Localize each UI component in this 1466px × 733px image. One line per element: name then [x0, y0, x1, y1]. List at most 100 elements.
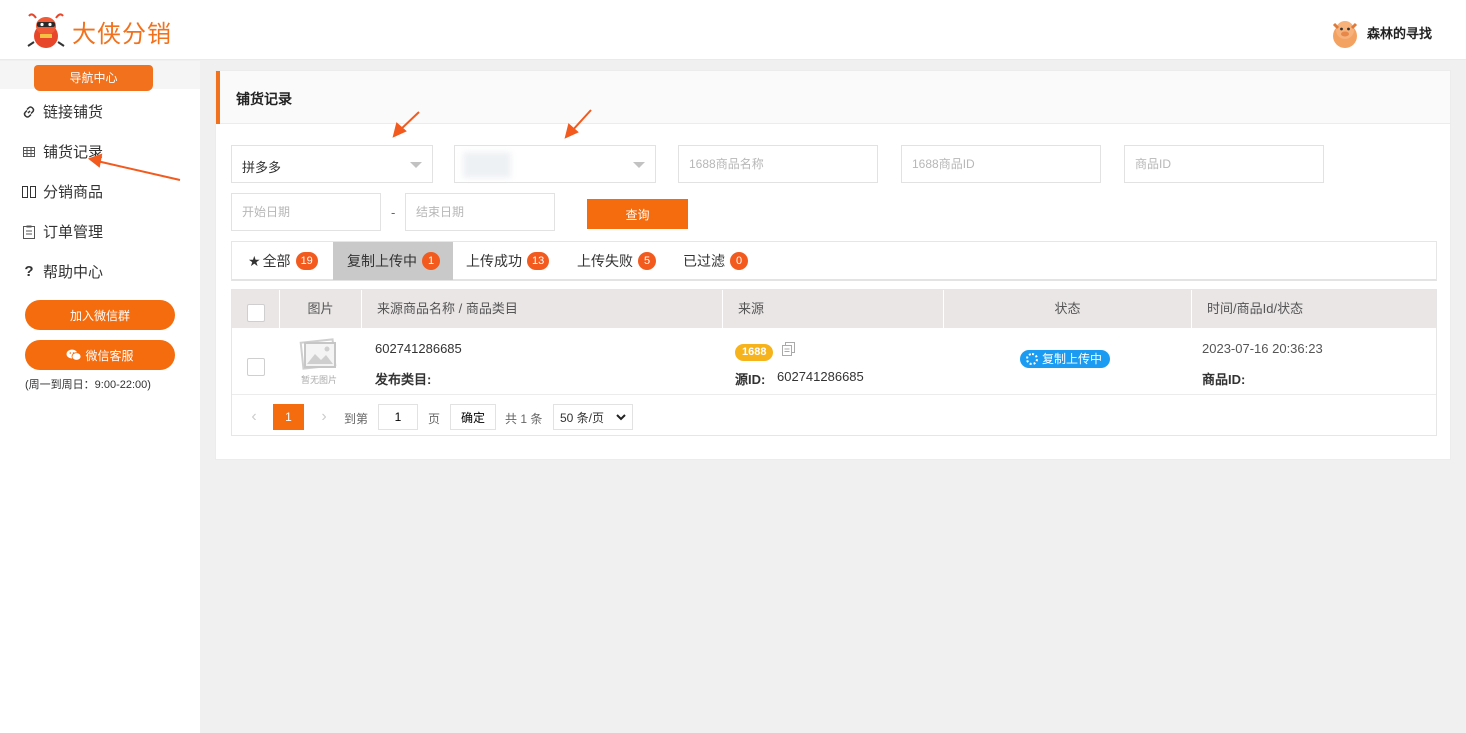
prev-page-icon[interactable]: ‹: [244, 404, 264, 430]
status-tabs: ★ 全部 19 复制上传中 1 上传成功 13 上传失败 5 已过滤 0: [231, 241, 1437, 281]
page-size-select[interactable]: 50 条/页: [553, 404, 633, 430]
link-icon: [22, 105, 36, 119]
store-select[interactable]: [454, 145, 656, 183]
tab-count-badge: 19: [295, 252, 318, 270]
table-row: 暂无图片 602741286685 发布类目: 1688 源ID: 602741…: [232, 328, 1436, 395]
column-header: 来源商品名称 / 商品类目: [362, 290, 723, 328]
column-header: 时间/商品Id/状态: [1207, 301, 1304, 316]
tab-count-badge: 13: [527, 252, 550, 270]
page-size-value: 50 条/页: [560, 410, 605, 425]
wechat-service-label: 微信客服: [85, 348, 134, 363]
column-header: 来源: [723, 290, 944, 328]
start-date-input[interactable]: [231, 193, 381, 231]
avatar: [1332, 21, 1358, 48]
source-badge: 1688: [735, 344, 774, 361]
tab-label: 已过滤: [683, 253, 725, 269]
tab-label: 全部: [262, 253, 291, 269]
next-page-icon[interactable]: ›: [314, 404, 334, 430]
user-profile[interactable]: 森林的寻找: [1329, 16, 1432, 48]
join-wechat-group-button[interactable]: 加入微信群: [25, 300, 175, 330]
pagination: ‹ 1 › 到第 页 确定 共 1 条 50 条/页: [232, 396, 1436, 436]
row-checkbox[interactable]: [247, 358, 265, 376]
question-icon: ?: [24, 263, 34, 280]
sidebar-item-label: 帮助中心: [43, 264, 104, 281]
panel-accent-bar: [216, 71, 220, 124]
tab-label: 复制上传中: [347, 253, 417, 269]
page-1-button[interactable]: 1: [273, 404, 304, 430]
product-id-1688-input[interactable]: [901, 145, 1101, 183]
source-product-name: 602741286685: [375, 341, 462, 356]
status-text: 复制上传中: [1042, 352, 1103, 366]
sidebar-item-label: 订单管理: [43, 224, 104, 241]
sidebar-item-label: 分销商品: [43, 184, 104, 201]
total-count: 共 1 条: [505, 412, 543, 426]
tab-all[interactable]: ★ 全部 19: [232, 242, 332, 280]
tab-count-badge: 0: [730, 252, 748, 270]
image-placeholder-text: 暂无图片: [300, 375, 337, 385]
records-table: 图片 来源商品名称 / 商品类目 来源 状态 时间/商品Id/状态 暂无图片 6…: [231, 289, 1437, 436]
end-date-input[interactable]: [405, 193, 555, 231]
select-all-cell: [232, 290, 280, 328]
sidebar-item-label: 链接铺货: [43, 104, 104, 121]
tab-count-badge: 1: [422, 252, 440, 270]
tab-label: 上传成功: [466, 253, 522, 269]
panel-header: 铺货记录: [216, 71, 1450, 124]
page-number-input[interactable]: [378, 404, 418, 430]
category-label: 发布类目:: [375, 372, 432, 387]
record-time: 2023-07-16 20:36:23: [1202, 341, 1323, 356]
source-id: 602741286685: [777, 369, 864, 384]
tab-upload-success[interactable]: 上传成功 13: [453, 242, 563, 280]
sidebar-item-listing-records[interactable]: 铺货记录: [22, 141, 103, 162]
clipboard-icon: [22, 225, 36, 239]
platform-select-value: 拼多多: [242, 160, 282, 175]
goto-label: 到第: [344, 412, 369, 426]
service-hours: (周一到周日：9:00-22:00): [25, 379, 151, 391]
sidebar-item-label: 铺货记录: [43, 144, 104, 161]
blurred-store-name: [463, 152, 511, 178]
logo-text: 大侠分销: [72, 20, 172, 48]
chevron-down-icon: [616, 414, 626, 421]
column-header: 图片: [280, 290, 362, 328]
image-placeholder-icon: [299, 338, 337, 370]
sidebar-item-link-listing[interactable]: 链接铺货: [22, 101, 103, 122]
product-id-input[interactable]: [1124, 145, 1324, 183]
tab-label: 上传失败: [577, 253, 633, 269]
sidebar-item-order-management[interactable]: 订单管理: [22, 221, 103, 242]
product-image-placeholder: 暂无图片: [299, 338, 339, 386]
copy-icon[interactable]: [782, 342, 796, 356]
top-header: 大侠分销 森林的寻找: [0, 0, 1466, 60]
product-id-label: 商品ID:: [1202, 372, 1246, 387]
page-unit-label: 页: [428, 412, 441, 426]
tab-filtered[interactable]: 已过滤 0: [663, 242, 763, 280]
tab-upload-failed[interactable]: 上传失败 5: [563, 242, 663, 280]
user-name: 森林的寻找: [1366, 25, 1432, 41]
status-badge: 复制上传中: [1020, 350, 1111, 368]
sidebar-item-distribution-products[interactable]: 分销商品: [22, 181, 103, 202]
table-icon: [22, 145, 36, 159]
chevron-down-icon: [410, 162, 422, 168]
platform-select[interactable]: 拼多多: [231, 145, 433, 183]
chevron-down-icon: [633, 162, 645, 168]
page-title: 铺货记录: [236, 91, 292, 107]
source-id-label: 源ID:: [735, 372, 766, 387]
table-header: 图片 来源商品名称 / 商品类目 来源 状态 时间/商品Id/状态: [232, 290, 1436, 328]
tab-count-badge: 5: [638, 252, 656, 270]
shrimp-mascot-icon: [27, 13, 65, 48]
date-separator: -: [391, 205, 396, 220]
columns-icon: [22, 185, 36, 199]
column-header: 状态: [944, 290, 1192, 328]
wechat-icon: [66, 349, 82, 361]
select-all-checkbox[interactable]: [247, 304, 265, 322]
query-button[interactable]: 查询: [587, 199, 688, 229]
star-icon: ★: [248, 252, 261, 269]
wechat-service-button[interactable]: 微信客服: [25, 340, 175, 370]
nav-center-tab[interactable]: 导航中心: [34, 65, 153, 91]
logo[interactable]: 大侠分销: [26, 12, 172, 50]
loading-spinner-icon: [1026, 353, 1038, 365]
listing-records-panel: 铺货记录 拼多多 - 查询 ★ 全部 19 复制上传中 1 上传成功 13 上传…: [215, 70, 1451, 460]
tab-copy-uploading[interactable]: 复制上传中 1: [333, 242, 453, 280]
sidebar-item-help-center[interactable]: ? 帮助中心: [22, 261, 103, 282]
goto-confirm-button[interactable]: 确定: [450, 404, 496, 430]
sidebar: 导航中心 链接铺货 铺货记录 分销商品 订单管理 ? 帮助中心 加入微信群 微信…: [0, 61, 200, 733]
product-name-1688-input[interactable]: [678, 145, 878, 183]
